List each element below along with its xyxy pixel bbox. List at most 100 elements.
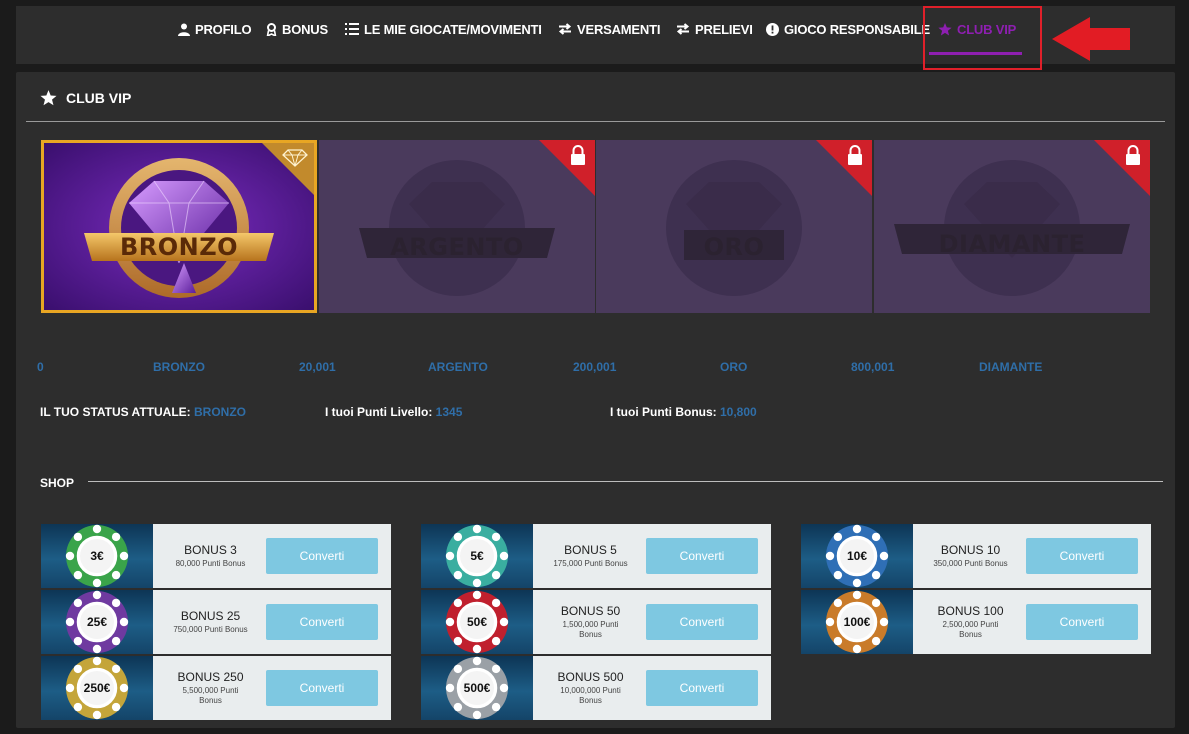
convert-button[interactable]: Converti	[266, 604, 378, 640]
lock-icon	[539, 140, 595, 196]
tier-label: ARGENTO	[390, 233, 524, 262]
level-points-label: I tuoi Punti Livello:	[325, 405, 433, 419]
nav-item-label: PROFILO	[195, 21, 252, 37]
nav-item-profilo[interactable]: PROFILO	[178, 0, 252, 58]
alert-circle-icon	[766, 22, 779, 36]
bonus-name: BONUS 50	[560, 604, 621, 619]
bonus-points-cost: 1,500,000 Punti Bonus	[562, 620, 619, 639]
divider	[88, 481, 1163, 482]
tier-card-diamante[interactable]: DIAMANTE	[874, 140, 1150, 313]
chip-value: 50€	[466, 615, 488, 629]
chip-value: 250€	[83, 681, 111, 695]
bonus-name: BONUS 5	[564, 543, 617, 558]
shop-card: 500€ BONUS 500 10,000,000 Punti Bonus Conve…	[421, 656, 771, 720]
bonus-name: BONUS 25	[180, 609, 241, 624]
milestone-tier: BRONZO	[153, 360, 205, 374]
convert-button[interactable]: Converti	[646, 604, 758, 640]
nav-item-label: GIOCO RESPONSABILE	[784, 21, 930, 37]
nav-item-bonus[interactable]: BONUS	[266, 0, 328, 58]
bonus-info: BONUS 250 5,500,000 Punti Bonus	[153, 656, 268, 720]
convert-button[interactable]: Converti	[1026, 604, 1138, 640]
bonus-info: BONUS 50 1,500,000 Punti Bonus	[533, 590, 648, 654]
lock-icon	[1094, 140, 1150, 196]
milestone-tier: DIAMANTE	[979, 360, 1043, 374]
milestone-tier: ARGENTO	[428, 360, 488, 374]
bonus-points-cost: 10,000,000 Punti Bonus	[560, 686, 621, 705]
bonus-info: BONUS 3 80,000 Punti Bonus	[153, 524, 268, 588]
level-points: I tuoi Punti Livello: 1345	[325, 405, 462, 419]
diamond-badge-icon	[44, 143, 314, 310]
bonus-points-value: 10,800	[720, 405, 757, 419]
bonus-points-cost: 80,000 Punti Bonus	[175, 559, 246, 569]
convert-button[interactable]: Converti	[1026, 538, 1138, 574]
shop-card: 3€ BONUS 3 80,000 Punti Bonus Converti	[41, 524, 391, 588]
shop-card: 5€ BONUS 5 175,000 Punti Bonus Converti	[421, 524, 771, 588]
bonus-info: BONUS 10 350,000 Punti Bonus	[913, 524, 1028, 588]
award-icon	[266, 22, 277, 36]
exchange-icon	[676, 23, 690, 35]
nav-item-label: PRELIEVI	[695, 21, 753, 37]
user-icon	[178, 23, 190, 36]
bonus-points-cost: 5,500,000 Punti Bonus	[182, 686, 239, 705]
nav-item-label: BONUS	[282, 21, 328, 37]
chip-value: 5€	[470, 549, 484, 563]
annotation-highlight-box	[923, 6, 1042, 70]
bonus-name: BONUS 500	[557, 670, 624, 685]
convert-button[interactable]: Converti	[646, 538, 758, 574]
bonus-points-cost: 2,500,000 Punti Bonus	[942, 620, 999, 639]
diamond-corner-icon	[282, 149, 308, 167]
nav-item-versamenti[interactable]: VERSAMENTI	[558, 0, 660, 58]
nav-item-label: LE MIE GIOCATE/MOVIMENTI	[364, 21, 542, 37]
milestone-value: 0	[37, 360, 44, 374]
level-points-value: 1345	[435, 405, 463, 419]
bonus-name: BONUS 100	[937, 604, 1004, 619]
page-title-text: CLUB VIP	[66, 90, 132, 106]
milestone-value: 20,001	[299, 360, 336, 374]
page-title: CLUB VIP	[40, 90, 131, 106]
tier-card-argento[interactable]: ARGENTO	[319, 140, 595, 313]
divider	[26, 121, 1165, 122]
nav-item-prelievi[interactable]: PRELIEVI	[676, 0, 753, 58]
bonus-points-label: I tuoi Punti Bonus:	[610, 405, 717, 419]
nav-item-label: VERSAMENTI	[577, 21, 661, 37]
chip-value: 3€	[90, 549, 104, 563]
bonus-name: BONUS 250	[177, 670, 244, 685]
tier-card-oro[interactable]: ORO	[596, 140, 872, 313]
chip-value: 10€	[846, 549, 868, 563]
shop-card: 50€ BONUS 50 1,500,000 Punti Bonus Converti	[421, 590, 771, 654]
shop-card: 250€ BONUS 250 5,500,000 Punti Bonus Conver…	[41, 656, 391, 720]
list-icon	[345, 23, 359, 35]
exchange-icon	[558, 23, 572, 35]
annotation-arrow-icon	[1052, 17, 1130, 61]
chip-value: 25€	[86, 615, 108, 629]
convert-button[interactable]: Converti	[266, 538, 378, 574]
star-icon	[40, 90, 57, 106]
current-status-value: BRONZO	[194, 405, 246, 419]
bonus-points: I tuoi Punti Bonus: 10,800	[610, 405, 757, 419]
convert-button[interactable]: Converti	[646, 670, 758, 706]
bonus-info: BONUS 25 750,000 Punti Bonus	[153, 590, 268, 654]
milestone-value: 200,001	[573, 360, 617, 374]
tier-card-bronzo[interactable]: BRONZO	[41, 140, 317, 313]
bonus-name: BONUS 3	[184, 543, 237, 558]
shop-card: 100€ BONUS 100 2,500,000 Punti Bonus Conver…	[801, 590, 1151, 654]
lock-icon	[816, 140, 872, 196]
tier-label: DIAMANTE	[938, 229, 1086, 258]
nav-item-gioco-responsabile[interactable]: GIOCO RESPONSABILE	[766, 0, 930, 58]
shop-card: 25€ BONUS 25 750,000 Punti Bonus Converti	[41, 590, 391, 654]
chip-value: 100€	[843, 615, 871, 629]
bonus-info: BONUS 5 175,000 Punti Bonus	[533, 524, 648, 588]
nav-item-giocate[interactable]: LE MIE GIOCATE/MOVIMENTI	[345, 0, 542, 58]
milestone-value: 800,001	[851, 360, 895, 374]
bonus-points-cost: 750,000 Punti Bonus	[173, 625, 248, 635]
current-status-label: IL TUO STATUS ATTUALE:	[40, 405, 191, 419]
tier-label: BRONZO	[119, 232, 239, 261]
tier-label: ORO	[703, 233, 765, 262]
current-status: IL TUO STATUS ATTUALE: BRONZO	[40, 405, 246, 419]
bonus-name: BONUS 10	[940, 543, 1001, 558]
convert-button[interactable]: Converti	[266, 670, 378, 706]
bonus-points-cost: 350,000 Punti Bonus	[933, 559, 1008, 569]
bonus-info: BONUS 500 10,000,000 Punti Bonus	[533, 656, 648, 720]
chip-value: 500€	[463, 681, 491, 695]
bonus-info: BONUS 100 2,500,000 Punti Bonus	[913, 590, 1028, 654]
